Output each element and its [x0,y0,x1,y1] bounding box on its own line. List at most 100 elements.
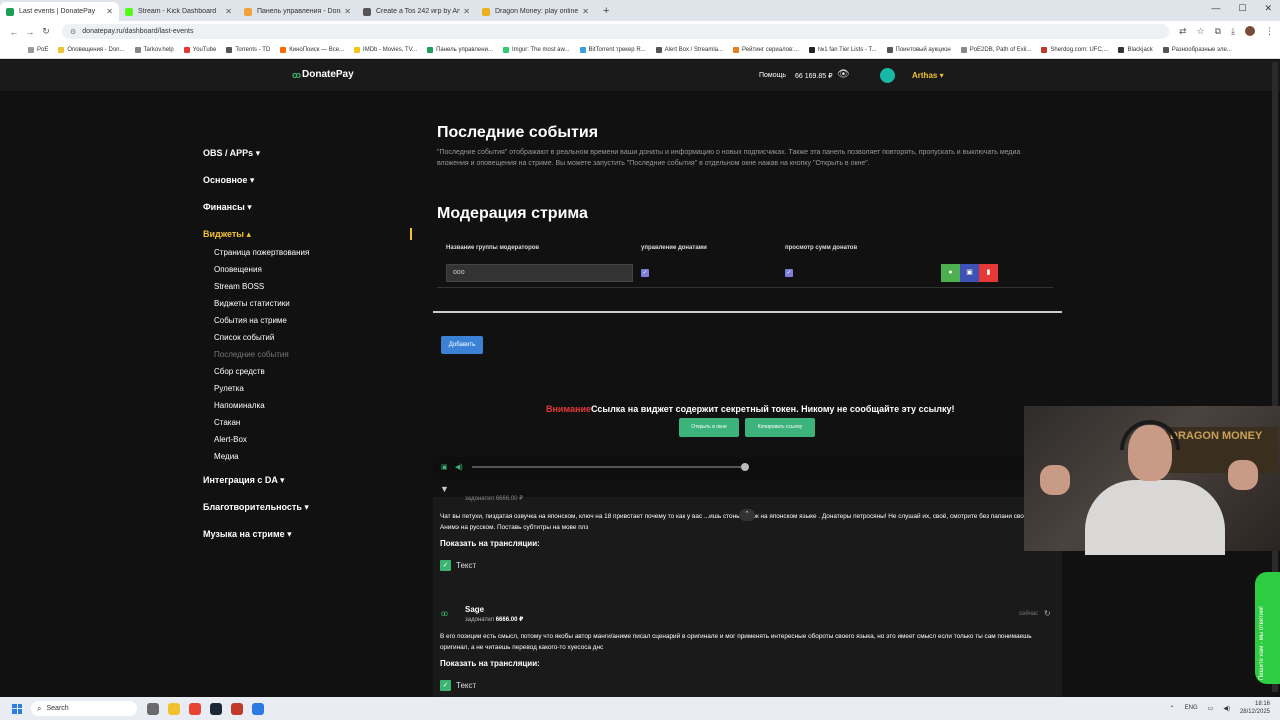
sidebar-item-widget[interactable]: Виджеты статистики [203,298,413,315]
forward-icon[interactable]: → [22,27,38,37]
sidebar-item-widget[interactable]: Сбор средств [203,366,413,383]
sidebar-section[interactable]: Музыка на стриме ▾ [203,526,413,553]
app-icon[interactable] [231,702,243,715]
sidebar-item-widget[interactable]: Stream BOSS [203,281,413,298]
sidebar-section[interactable]: Благотворительность ▾ [203,499,413,526]
extensions-icon[interactable]: ⧉ [1215,26,1221,37]
tab-dragon-money[interactable]: Dragon Money: play online casi ✕ [476,2,595,21]
bookmark-item[interactable]: YouTube [183,47,216,53]
sidebar-item-widget[interactable]: Последние события [203,349,413,366]
chrome-icon[interactable] [189,702,201,715]
profile-avatar[interactable] [1245,26,1255,36]
replay-icon[interactable]: ↻ [1044,609,1051,618]
bookmark-item[interactable]: КиноПоиск — Все... [280,47,344,53]
new-tab-button[interactable]: + [595,2,617,21]
steam-icon[interactable] [210,702,222,715]
bookmark-item[interactable]: Поинтовый аукцион [886,47,951,53]
sidebar-item-widget[interactable]: Страница пожертвования [203,247,413,264]
windows-start-icon[interactable] [12,703,22,714]
chat-button[interactable]: ● [941,264,960,282]
bookmark-item[interactable]: IMDb - Movies, TV... [354,47,417,53]
bookmark-item[interactable]: Рейтинг сериалов:... [733,47,799,53]
tab-last-events[interactable]: Last events | DonatePay ✕ [0,2,119,21]
user-menu[interactable]: Arthas ▾ [912,71,944,80]
site-info-icon[interactable]: ⚙ [70,28,76,36]
bookmark-item[interactable]: PoE [28,47,48,53]
tab-donation-panel[interactable]: Панель управления - Donatio ✕ [238,2,357,21]
sidebar-section-widgets[interactable]: Виджеты ▴ [203,226,413,247]
help-link[interactable]: Помощь [759,72,786,79]
clock[interactable]: 18:16 28/12/2025 [1240,700,1270,716]
bookmark-item[interactable]: №1 fan Tier Lists - T... [808,47,877,53]
scroll-up-button[interactable]: ⌃ [739,509,755,521]
close-icon[interactable]: ✕ [463,7,470,16]
sidebar-item-widget[interactable]: Alert-Box [203,434,413,451]
tab-tos-list[interactable]: Create a Tos 242 игр by Arthas ✕ [357,2,476,21]
sidebar-item-widget[interactable]: Напоминалка [203,400,413,417]
translate-icon[interactable]: ⇄ [1179,26,1187,37]
task-view-icon[interactable] [147,702,159,715]
close-icon[interactable]: ✕ [225,7,232,16]
bookmark-item[interactable]: Torrents - TD [226,47,270,53]
text-checkbox[interactable]: ✓ [440,560,451,571]
user-avatar[interactable] [880,68,895,83]
reload-icon[interactable]: ↻ [38,26,54,37]
donation-amount: задонатил 6666.00 ₽ [465,616,523,623]
bookmark-item[interactable]: BitTorrent трекер R... [579,47,646,53]
download-icon[interactable]: ⤓ [1231,26,1235,37]
sidebar-section-obs[interactable]: OBS / APPs ▾ [203,145,413,172]
screen-icon[interactable]: ▣ [441,463,448,471]
language-indicator[interactable]: ENG [1185,705,1198,711]
close-window-icon[interactable]: ✕ [1264,3,1272,14]
volume-icon[interactable]: ◀) [455,463,463,471]
close-icon[interactable]: ✕ [106,7,113,16]
tab-kick-dashboard[interactable]: Stream - Kick Dashboard ✕ [119,2,238,21]
sidebar-item-widget[interactable]: Оповещения [203,264,413,281]
sidebar-item-widget[interactable]: События на стриме [203,315,413,332]
delete-button[interactable]: ▮ [979,264,998,282]
view-sums-checkbox[interactable]: ✓ [785,269,793,277]
sidebar-section-finance[interactable]: Финансы ▾ [203,199,413,226]
close-icon[interactable]: ✕ [582,7,589,16]
bookmark-item[interactable]: Sherdog.com: UFC,... [1041,47,1108,53]
bookmark-item[interactable]: Alert Box / Streamla... [655,47,723,53]
sidebar-item-widget[interactable]: Рулетка [203,383,413,400]
taskbar-search[interactable]: ⌕ Search [31,701,137,716]
filter-icon[interactable]: ▼ [440,484,449,494]
sidebar-item-widget[interactable]: Стакан [203,417,413,434]
calculator-icon[interactable] [252,702,264,715]
bookmark-item[interactable]: Разнообразные эле... [1162,47,1232,53]
url-field[interactable]: ⚙ donatepay.ru/dashboard/last-events [62,24,1169,39]
eye-icon[interactable]: 👁 [837,69,850,80]
group-name-input[interactable]: ооо [446,264,633,282]
bookmark-item[interactable]: Оповещения - Don... [58,47,125,53]
text-checkbox-2[interactable]: ✓ [440,680,451,691]
volume-slider-handle[interactable] [741,463,749,471]
sidebar-section-main[interactable]: Основное ▾ [203,172,413,199]
maximize-icon[interactable]: ☐ [1238,3,1246,14]
bookmark-star-icon[interactable]: ☆ [1197,26,1205,37]
tray-chevron-icon[interactable]: ⌃ [1170,705,1175,712]
bookmark-item[interactable]: Tarkov.help [134,47,174,53]
network-icon[interactable]: ▭ [1208,705,1214,712]
add-button[interactable]: Добавить [441,336,483,354]
close-icon[interactable]: ✕ [344,7,351,16]
save-button[interactable]: ▣ [960,264,979,282]
file-explorer-icon[interactable] [168,702,180,715]
sidebar-item-widget[interactable]: Список событий [203,332,413,349]
bookmark-item[interactable]: Панель управлени... [427,47,493,53]
back-icon[interactable]: ← [6,27,22,37]
open-window-button[interactable]: Открыть в окне [679,418,739,437]
speaker-icon[interactable]: ◀) [1223,705,1230,712]
minimize-icon[interactable]: — [1211,3,1220,14]
donatepay-logo[interactable]: oo DonatePay [292,69,354,80]
bookmark-item[interactable]: PoE2DB, Path of Exil... [960,47,1031,53]
manage-donations-checkbox[interactable]: ✓ [641,269,649,277]
bookmark-item[interactable]: Blackjack [1118,47,1153,53]
sidebar-item-widget[interactable]: Медиа [203,451,413,468]
menu-icon[interactable]: ⋮ [1265,26,1274,37]
volume-slider[interactable] [472,466,746,468]
bookmark-item[interactable]: Imgur: The most aw... [502,47,570,53]
copy-link-button[interactable]: Копировать ссылку [745,418,815,437]
sidebar-section[interactable]: Интеграция с DA ▾ [203,472,413,499]
